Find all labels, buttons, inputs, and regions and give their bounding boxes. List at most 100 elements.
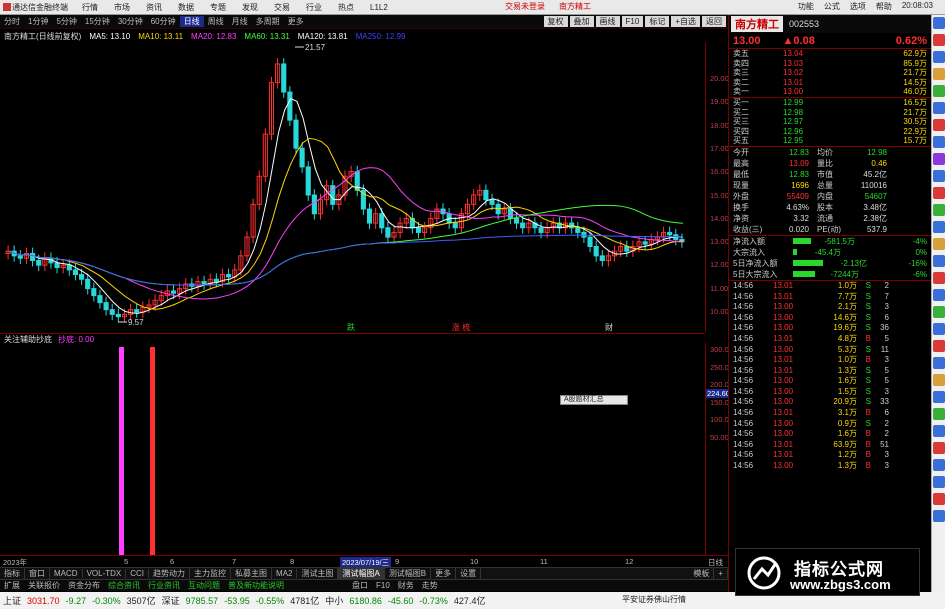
ext-tab[interactable]: 扩展 (0, 580, 24, 591)
menu-item-functions[interactable]: 功能 (798, 1, 814, 12)
side-tool-icon[interactable] (933, 51, 945, 63)
side-tool-icon[interactable] (933, 68, 945, 80)
side-tool-icon[interactable] (933, 306, 945, 318)
side-tool-icon[interactable] (933, 442, 945, 454)
order-price[interactable]: 13.00 (783, 87, 823, 97)
menu-item-l1l2[interactable]: L1L2 (362, 3, 396, 12)
indicator-tab[interactable]: 更多 (431, 568, 457, 579)
ext-right-tab[interactable]: 财务 (394, 580, 418, 591)
menu-item-quotes[interactable]: 行情 (74, 2, 106, 13)
period-tab-multi[interactable]: 多周期 (252, 16, 284, 27)
restore-rights-button[interactable]: 复权 (543, 16, 568, 27)
side-tool-icon[interactable] (933, 476, 945, 488)
menu-item-hot[interactable]: 热点 (330, 2, 362, 13)
sh-index-name[interactable]: 上证 (0, 594, 24, 607)
indicator-tab[interactable]: VOL-TDX (83, 569, 127, 578)
period-tab-timeshare[interactable]: 分时 (0, 16, 24, 27)
order-price[interactable]: 12.96 (783, 127, 823, 137)
ext-tab[interactable]: 互动问题 (184, 580, 224, 591)
menu-item-discover[interactable]: 发现 (234, 2, 266, 13)
side-tool-icon[interactable] (933, 34, 945, 46)
indicator-tab[interactable]: 测试主图 (297, 568, 339, 579)
trade-login-link[interactable]: 交易未登录 (505, 1, 545, 12)
indicator-tab[interactable]: 主力监控 (190, 568, 232, 579)
kline-chart[interactable]: 21.57 9.57 跌 涨 梳 财 (0, 42, 705, 332)
side-tool-icon[interactable] (933, 187, 945, 199)
ext-tab[interactable]: 关联报价 (24, 580, 64, 591)
side-tool-icon[interactable] (933, 85, 945, 97)
period-tab-weekly[interactable]: 周线 (204, 16, 228, 27)
period-tab-15min[interactable]: 15分钟 (81, 16, 114, 27)
order-price[interactable]: 13.01 (783, 78, 823, 88)
indicator-tab[interactable]: CCI (126, 569, 150, 578)
side-tool-icon[interactable] (933, 459, 945, 471)
side-tool-icon[interactable] (933, 493, 945, 505)
indicator-tab[interactable]: 设置 (456, 568, 482, 579)
side-tool-icon[interactable] (933, 238, 945, 250)
theme-summary-popup[interactable]: A股题材汇总 (560, 395, 628, 405)
stock-name[interactable]: 南方精工 (731, 16, 783, 32)
period-tab-1min[interactable]: 1分钟 (24, 16, 52, 27)
side-tool-icon[interactable] (933, 272, 945, 284)
mark-button[interactable]: 标记 (645, 16, 670, 27)
menu-item-data[interactable]: 数据 (170, 2, 202, 13)
side-tool-icon[interactable] (933, 340, 945, 352)
period-tab-5min[interactable]: 5分钟 (52, 16, 80, 27)
draw-line-button[interactable]: 画线 (595, 16, 620, 27)
indicator-tab[interactable]: 指标 (0, 568, 25, 579)
back-button[interactable]: 返回 (702, 16, 726, 27)
side-tool-icon[interactable] (933, 204, 945, 216)
ext-tab[interactable]: 综合资讯 (104, 580, 144, 591)
tick-trades-list[interactable]: 14:56 13.01 1.0万 S 2 14:56 13.01 7.7万 S 7 14:56 13.… (729, 281, 931, 472)
order-price[interactable]: 12.99 (783, 98, 823, 108)
menu-item-formula[interactable]: 公式 (824, 1, 840, 12)
period-tab-more[interactable]: 更多 (284, 16, 308, 27)
ext-right-tab[interactable]: 走势 (418, 580, 442, 591)
side-tool-icon[interactable] (933, 17, 945, 29)
side-tool-icon[interactable] (933, 425, 945, 437)
menu-item-topics[interactable]: 专题 (202, 2, 234, 13)
order-price[interactable]: 13.03 (783, 59, 823, 69)
side-tool-icon[interactable] (933, 391, 945, 403)
order-price[interactable]: 13.04 (783, 49, 823, 59)
template-tab[interactable]: 模板 (689, 568, 715, 579)
order-price[interactable]: 12.97 (783, 117, 823, 127)
indicator-tab[interactable]: 测试幅图A (338, 568, 385, 579)
menu-item-options[interactable]: 选项 (850, 1, 866, 12)
ext-right-tab[interactable]: F10 (372, 581, 394, 590)
current-stock-link[interactable]: 南方精工 (559, 1, 591, 12)
period-tab-monthly[interactable]: 月线 (228, 16, 252, 27)
side-tool-icon[interactable] (933, 323, 945, 335)
side-tool-icon[interactable] (933, 170, 945, 182)
add-watchlist-button[interactable]: +自选 (671, 16, 700, 27)
period-tab-60min[interactable]: 60分钟 (147, 16, 180, 27)
side-tool-icon[interactable] (933, 289, 945, 301)
menu-item-industry[interactable]: 行业 (298, 2, 330, 13)
side-tool-icon[interactable] (933, 136, 945, 148)
indicator-tab[interactable]: 私募主图 (231, 568, 273, 579)
indicator-tab[interactable]: 趋势动力 (149, 568, 191, 579)
sub-indicator-chart[interactable] (0, 343, 705, 555)
overlay-button[interactable]: 叠加 (569, 16, 594, 27)
ext-tab[interactable]: 资金分布 (64, 580, 104, 591)
ext-tab[interactable]: 普及新功能说明 (224, 580, 288, 591)
side-tool-icon[interactable] (933, 221, 945, 233)
ext-tab[interactable]: 行业资讯 (144, 580, 184, 591)
side-tool-icon[interactable] (933, 357, 945, 369)
template-tab[interactable]: + (714, 569, 728, 578)
indicator-tab[interactable]: 窗口 (25, 568, 50, 579)
side-tool-icon[interactable] (933, 374, 945, 386)
menu-item-news[interactable]: 资讯 (138, 2, 170, 13)
indicator-tab[interactable]: MA2 (272, 569, 298, 578)
order-price[interactable]: 12.98 (783, 108, 823, 118)
menu-item-market[interactable]: 市场 (106, 2, 138, 13)
ext-right-tab[interactable]: 盘口 (348, 580, 372, 591)
side-tool-icon[interactable] (933, 119, 945, 131)
side-tool-icon[interactable] (933, 408, 945, 420)
side-tool-icon[interactable] (933, 510, 945, 522)
f10-button[interactable]: F10 (621, 16, 644, 27)
menu-item-help[interactable]: 帮助 (876, 1, 892, 12)
menu-item-trade[interactable]: 交易 (266, 2, 298, 13)
side-tool-icon[interactable] (933, 153, 945, 165)
zx-index-name[interactable]: 中小 (322, 594, 346, 607)
